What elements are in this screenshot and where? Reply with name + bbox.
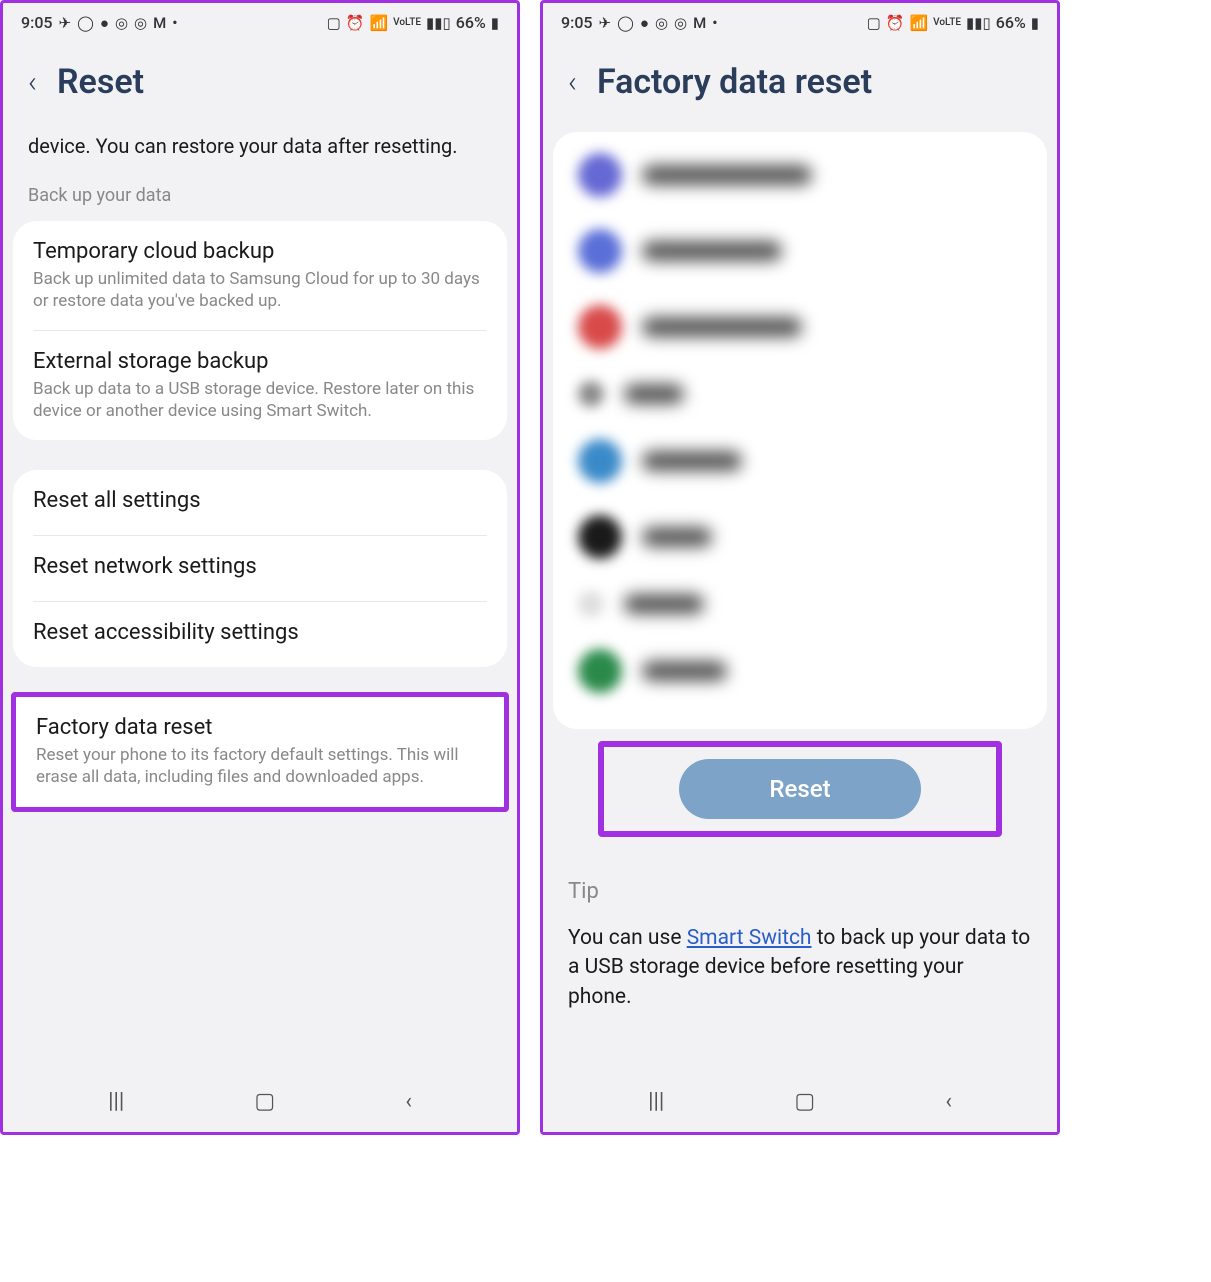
back-nav-icon[interactable]: ‹	[945, 1089, 952, 1114]
mail-icon: M	[153, 14, 166, 32]
telegram-icon: ✈	[599, 14, 612, 32]
temporary-cloud-backup[interactable]: Temporary cloud backup Back up unlimited…	[13, 221, 507, 330]
battery-percent: 66%	[996, 13, 1026, 32]
intro-text: device. You can restore your data after …	[3, 132, 517, 175]
app-row	[568, 575, 1032, 633]
app-name-blurred	[624, 384, 684, 404]
instagram-icon: ◎	[115, 14, 128, 32]
signal-icon: ▮▮▯	[966, 14, 991, 32]
item-title: External storage backup	[33, 349, 487, 374]
wifi-icon: 📶	[909, 14, 928, 32]
page-header: ‹ Factory data reset	[543, 42, 1057, 132]
app-icon	[578, 305, 622, 349]
battery-icon: ▮	[491, 14, 499, 32]
app-row	[568, 289, 1032, 365]
chat-icon: ●	[640, 14, 649, 32]
backup-card: Temporary cloud backup Back up unlimited…	[13, 221, 507, 440]
battery-percent: 66%	[456, 13, 486, 32]
clock: 9:05	[21, 13, 53, 32]
chat-icon: ●	[100, 14, 109, 32]
reset-network-settings[interactable]: Reset network settings	[13, 536, 507, 601]
battery-saver-icon: ▢	[867, 14, 881, 32]
battery-icon: ▮	[1031, 14, 1039, 32]
app-icon	[578, 515, 622, 559]
app-name-blurred	[642, 527, 712, 547]
reset-accessibility-settings[interactable]: Reset accessibility settings	[13, 602, 507, 667]
item-title: Temporary cloud backup	[33, 239, 487, 264]
section-label-backup: Back up your data	[3, 175, 517, 216]
app-icon	[578, 229, 622, 273]
volte-icon: VoLTE	[393, 17, 421, 28]
app-row	[568, 633, 1032, 709]
whatsapp-icon: ◯	[77, 14, 94, 32]
app-row	[568, 137, 1032, 213]
app-row	[568, 423, 1032, 499]
reset-all-settings[interactable]: Reset all settings	[13, 470, 507, 535]
page-header: ‹ Reset	[3, 42, 517, 132]
app-icon	[578, 381, 604, 407]
app-name-blurred	[642, 661, 727, 681]
phone-screenshot-right: 9:05 ✈ ◯ ● ◎ ◎ M • ▢ ⏰ 📶 VoLTE ▮▮▯ 66% ▮…	[540, 0, 1060, 1135]
tip-section: Tip You can use Smart Switch to back up …	[543, 849, 1057, 1042]
camera-icon: ◎	[134, 14, 147, 32]
home-icon[interactable]: ▢	[254, 1089, 275, 1114]
camera-icon: ◎	[674, 14, 687, 32]
tip-pre: You can use	[568, 926, 687, 950]
status-bar: 9:05 ✈ ◯ ● ◎ ◎ M • ▢ ⏰ 📶 VoLTE ▮▮▯ 66% ▮	[543, 3, 1057, 42]
nav-bar: ||| ▢ ‹	[3, 1071, 517, 1132]
item-desc: Back up data to a USB storage device. Re…	[33, 378, 487, 422]
item-title: Reset network settings	[33, 554, 487, 579]
instagram-icon: ◎	[655, 14, 668, 32]
app-row	[568, 499, 1032, 575]
reset-button-highlight: Reset	[598, 741, 1002, 837]
apps-list-blurred	[553, 132, 1047, 729]
back-icon[interactable]: ‹	[28, 65, 37, 100]
item-desc: Reset your phone to its factory default …	[36, 744, 484, 788]
mail-icon: M	[693, 14, 706, 32]
app-name-blurred	[624, 594, 704, 614]
app-name-blurred	[642, 241, 782, 261]
nav-bar: ||| ▢ ‹	[543, 1071, 1057, 1132]
phone-screenshot-left: 9:05 ✈ ◯ ● ◎ ◎ M • ▢ ⏰ 📶 VoLTE ▮▮▯ 66% ▮…	[0, 0, 520, 1135]
external-storage-backup[interactable]: External storage backup Back up data to …	[13, 331, 507, 440]
tip-label: Tip	[568, 879, 1032, 904]
reset-options-card: Reset all settings Reset network setting…	[13, 470, 507, 667]
back-icon[interactable]: ‹	[568, 65, 577, 100]
page-title: Factory data reset	[597, 62, 872, 102]
app-name-blurred	[642, 165, 812, 185]
item-desc: Back up unlimited data to Samsung Cloud …	[33, 268, 487, 312]
item-title: Reset accessibility settings	[33, 620, 487, 645]
recents-icon[interactable]: |||	[648, 1089, 664, 1114]
smart-switch-link[interactable]: Smart Switch	[687, 926, 812, 950]
volte-icon: VoLTE	[933, 17, 961, 28]
item-title: Reset all settings	[33, 488, 487, 513]
whatsapp-icon: ◯	[617, 14, 634, 32]
app-icon	[578, 439, 622, 483]
app-name-blurred	[642, 317, 802, 337]
factory-data-reset-highlight[interactable]: Factory data reset Reset your phone to i…	[11, 692, 509, 811]
item-title: Factory data reset	[36, 715, 484, 740]
more-icon: •	[172, 14, 177, 32]
alarm-icon: ⏰	[346, 14, 365, 32]
battery-saver-icon: ▢	[327, 14, 341, 32]
clock: 9:05	[561, 13, 593, 32]
reset-button[interactable]: Reset	[679, 759, 920, 819]
app-row	[568, 213, 1032, 289]
wifi-icon: 📶	[369, 14, 388, 32]
app-row	[568, 365, 1032, 423]
alarm-icon: ⏰	[886, 14, 905, 32]
app-icon	[578, 591, 604, 617]
app-icon	[578, 649, 622, 693]
tip-text: You can use Smart Switch to back up your…	[568, 924, 1032, 1012]
app-name-blurred	[642, 451, 742, 471]
signal-icon: ▮▮▯	[426, 14, 451, 32]
status-bar: 9:05 ✈ ◯ ● ◎ ◎ M • ▢ ⏰ 📶 VoLTE ▮▮▯ 66% ▮	[3, 3, 517, 42]
recents-icon[interactable]: |||	[108, 1089, 124, 1114]
page-title: Reset	[57, 62, 144, 102]
more-icon: •	[712, 14, 717, 32]
back-nav-icon[interactable]: ‹	[405, 1089, 412, 1114]
app-icon	[578, 153, 622, 197]
home-icon[interactable]: ▢	[794, 1089, 815, 1114]
telegram-icon: ✈	[59, 14, 72, 32]
